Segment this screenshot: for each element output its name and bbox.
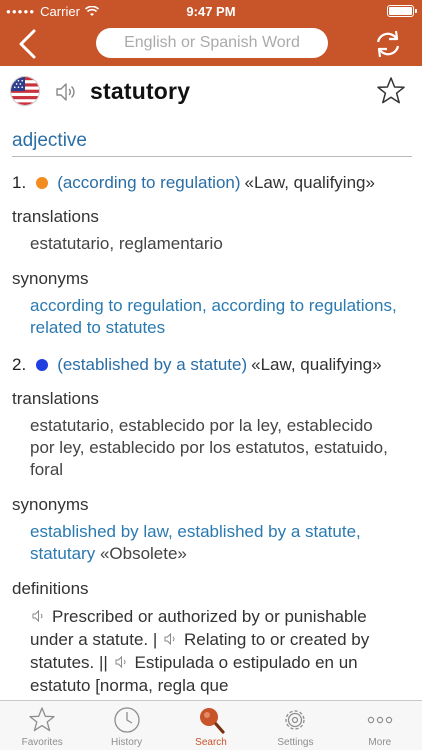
translations-list: estatutario, reglamentario: [30, 234, 223, 253]
sense-2-header: 2. (established by a statute) «Law, qual…: [12, 355, 422, 375]
status-bar: ●●●●● Carrier 9:47 PM: [0, 0, 422, 22]
definition-speaker-icon[interactable]: [32, 609, 46, 623]
pronounce-speaker-icon[interactable]: [54, 80, 78, 104]
sense-gloss[interactable]: (according to regulation): [57, 173, 240, 193]
tab-label: Search: [195, 737, 227, 748]
sense-number: 2.: [12, 355, 27, 374]
synonyms-links[interactable]: according to regulation, according to re…: [30, 296, 397, 337]
tab-label: Favorites: [21, 737, 63, 748]
us-flag-icon[interactable]: [10, 76, 40, 106]
synonyms-label: synonyms: [12, 495, 89, 514]
magnifier-icon: [200, 708, 225, 734]
gear-icon: [285, 710, 306, 730]
sense-number: 1.: [12, 173, 27, 192]
synonyms-list[interactable]: established by law, established by a sta…: [30, 521, 402, 565]
search-input[interactable]: [96, 28, 328, 58]
entry-header: statutory: [0, 66, 422, 120]
sense-domain: «Law, qualifying»: [251, 355, 382, 374]
tab-settings[interactable]: Settings: [253, 701, 337, 750]
tab-label: Settings: [277, 737, 314, 748]
tab-label: More: [368, 737, 392, 748]
tab-search[interactable]: Search: [169, 701, 253, 750]
definitions-label: definitions: [12, 579, 89, 598]
tab-favorites[interactable]: Favorites: [0, 701, 84, 750]
status-time: 9:47 PM: [186, 4, 236, 19]
sense-dot-icon: [36, 359, 49, 371]
favorite-star-icon[interactable]: [376, 76, 406, 106]
refresh-icon[interactable]: [372, 28, 404, 60]
synonyms-list[interactable]: according to regulation, according to re…: [30, 295, 402, 339]
navigation-header: ●●●●● Carrier 9:47 PM: [0, 0, 422, 66]
back-chevron-icon[interactable]: [14, 28, 42, 60]
definition-speaker-icon[interactable]: [164, 632, 178, 646]
sense-dot-icon: [36, 177, 49, 189]
part-of-speech: adjective: [12, 122, 412, 157]
translations-list: estatutario, establecido por la ley, est…: [30, 416, 388, 479]
clock-icon: [113, 707, 140, 733]
synonyms-label: synonyms: [12, 269, 89, 288]
definitions-text: Prescribed or authorized by or punishabl…: [30, 605, 402, 697]
tab-more[interactable]: More: [338, 701, 422, 750]
tab-label: History: [111, 737, 143, 748]
sense-gloss[interactable]: (established by a statute): [57, 355, 247, 375]
translations-label: translations: [12, 207, 99, 226]
definition-speaker-icon[interactable]: [115, 655, 129, 669]
entry-content[interactable]: adjective 1. (according to regulation) «…: [0, 122, 422, 700]
headword: statutory: [90, 78, 191, 104]
synonyms-note: «Obsolete»: [99, 544, 187, 563]
ellipsis-icon: [367, 716, 393, 724]
tab-bar: Favorites History Search Settings More: [0, 700, 422, 750]
star-icon: [29, 707, 55, 732]
sense-1-header: 1. (according to regulation) «Law, quali…: [12, 173, 422, 193]
synonyms-links[interactable]: established by law, established by a sta…: [30, 522, 361, 563]
sense-domain: «Law, qualifying»: [244, 173, 375, 192]
translations-label: translations: [12, 389, 99, 408]
battery-icon: [387, 5, 417, 17]
tab-history[interactable]: History: [84, 701, 168, 750]
